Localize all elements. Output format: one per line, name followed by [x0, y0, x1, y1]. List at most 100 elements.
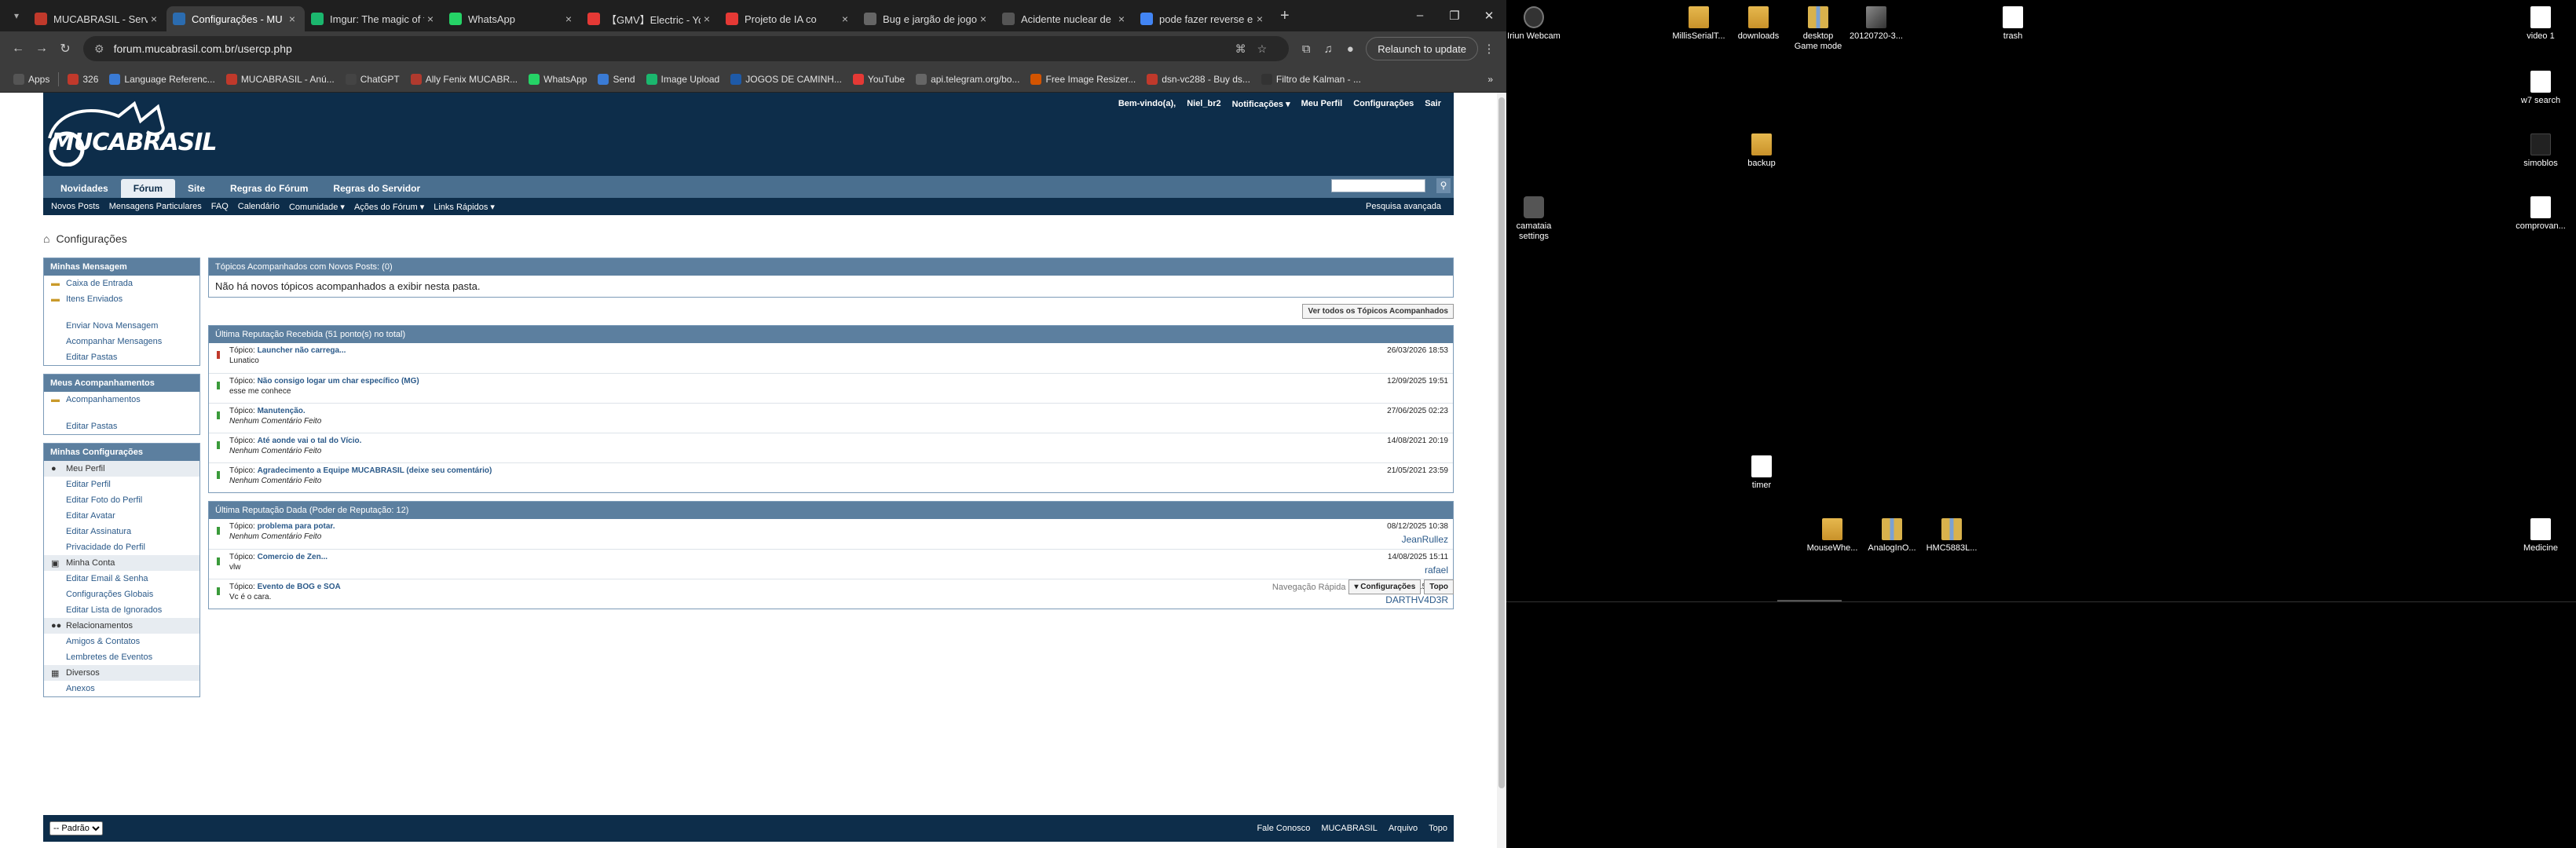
- desktop-icon[interactable]: 20120720-3...: [1849, 6, 1904, 42]
- sidebar-item-subs-edit-folders[interactable]: Editar Pastas: [44, 419, 199, 434]
- browser-tab[interactable]: Configurações - MU ×: [166, 6, 305, 31]
- topic-link[interactable]: Agradecimento a Equipe MUCABRASIL (deixe…: [258, 466, 492, 475]
- browser-tab[interactable]: Bug e jargão de jogo ×: [858, 6, 996, 31]
- subnav-link[interactable]: Comunidade ▾: [284, 202, 349, 212]
- style-select[interactable]: -- Padrão: [49, 821, 103, 835]
- forward-icon[interactable]: →: [30, 42, 53, 56]
- bookmark-item[interactable]: Free Image Resizer...: [1025, 73, 1141, 85]
- bookmark-item[interactable]: MUCABRASIL - Anú...: [221, 73, 340, 85]
- topic-link[interactable]: Evento de BOG e SOA: [258, 583, 341, 591]
- bookmark-item[interactable]: Ally Fenix MUCABR...: [405, 73, 523, 85]
- subnav-link[interactable]: Calendário: [233, 202, 284, 212]
- topic-link[interactable]: Não consigo logar um char específico (MG…: [258, 377, 419, 386]
- bookmark-item[interactable]: Language Referenc...: [104, 73, 220, 85]
- desktop-icon[interactable]: desktop Game mode: [1791, 6, 1846, 52]
- quicknav-select[interactable]: ▾ Configurações: [1348, 579, 1422, 594]
- bookmark-item[interactable]: ChatGPT: [340, 73, 405, 85]
- bookmark-item[interactable]: YouTube: [847, 73, 910, 85]
- top-link[interactable]: Notificações ▾: [1232, 99, 1290, 109]
- nav-tab[interactable]: Regras do Servidor: [320, 179, 433, 198]
- bookmark-item[interactable]: JOGOS DE CAMINH...: [725, 73, 847, 85]
- subnav-link[interactable]: Links Rápidos ▾: [429, 202, 499, 212]
- bookmarks-overflow-icon[interactable]: »: [1482, 74, 1498, 85]
- sidebar-item-edit-photo[interactable]: Editar Foto do Perfil: [44, 492, 199, 508]
- footer-link[interactable]: MUCABRASIL: [1321, 824, 1378, 833]
- sidebar-item-friends[interactable]: Amigos & Contatos: [44, 634, 199, 649]
- browser-tab[interactable]: Acidente nuclear de ×: [996, 6, 1134, 31]
- topic-link[interactable]: Launcher não carrega...: [258, 346, 346, 355]
- maximize-icon[interactable]: ❐: [1437, 9, 1472, 23]
- media-icon[interactable]: ♫: [1317, 42, 1339, 56]
- sidebar-item-subscriptions[interactable]: ▬ Acompanhamentos: [44, 392, 199, 408]
- bookmark-item[interactable]: Filtro de Kalman - ...: [1256, 73, 1367, 85]
- scrollbar-thumb[interactable]: [1498, 97, 1505, 788]
- minimize-icon[interactable]: –: [1403, 9, 1437, 23]
- browser-tab[interactable]: 【GMV】Electric - You ×: [581, 6, 719, 31]
- nav-tab[interactable]: Novidades: [48, 179, 121, 198]
- bookmark-item[interactable]: dsn-vc288 - Buy ds...: [1141, 73, 1256, 85]
- sidebar-item-sent[interactable]: ▬ Itens Enviados: [44, 291, 199, 307]
- bookmark-item[interactable]: Apps: [8, 73, 55, 85]
- browser-tab[interactable]: Projeto de IA co ×: [719, 6, 858, 31]
- tab-close-icon[interactable]: ×: [424, 13, 437, 25]
- browser-tab[interactable]: MUCABRASIL - Serv ×: [28, 6, 166, 31]
- sidebar-item-edit-folders[interactable]: Editar Pastas: [44, 349, 199, 365]
- desktop-icon[interactable]: comprovan...: [2513, 196, 2568, 232]
- bookmark-item[interactable]: Image Upload: [641, 73, 726, 85]
- translate-icon[interactable]: ⌘: [1235, 42, 1257, 55]
- browser-tab[interactable]: Imgur: The magic of t ×: [305, 6, 443, 31]
- sidebar-item-reminders[interactable]: Lembretes de Eventos: [44, 649, 199, 665]
- nav-tab[interactable]: Regras do Fórum: [218, 179, 320, 198]
- tab-close-icon[interactable]: ×: [977, 13, 990, 25]
- desktop-icon[interactable]: HMC5883L...: [1924, 518, 1979, 554]
- profile-avatar-icon[interactable]: ●: [1339, 42, 1361, 56]
- desktop-icon[interactable]: AnalogInO...: [1864, 518, 1919, 554]
- topic-link[interactable]: Comercio de Zen...: [258, 553, 327, 561]
- menu-icon[interactable]: ⋮: [1478, 42, 1500, 56]
- subnav-link[interactable]: Novos Posts: [46, 202, 104, 212]
- subnav-link[interactable]: Ações do Fórum ▾: [349, 202, 429, 212]
- search-input[interactable]: [1331, 179, 1425, 192]
- browser-tab[interactable]: pode fazer reverse e ×: [1134, 6, 1272, 31]
- top-button[interactable]: Topo: [1424, 579, 1454, 594]
- reputation-user-link[interactable]: JeanRullez: [1387, 534, 1448, 545]
- topic-link[interactable]: Manutenção.: [258, 407, 306, 415]
- subnav-link[interactable]: FAQ: [207, 202, 233, 212]
- search-icon[interactable]: ⚲: [1436, 178, 1451, 193]
- desktop-icon[interactable]: trash: [1985, 6, 2040, 42]
- reputation-user-link[interactable]: rafael: [1388, 565, 1448, 576]
- home-icon[interactable]: ⌂: [43, 232, 49, 245]
- close-icon[interactable]: ✕: [1472, 9, 1506, 23]
- footer-link[interactable]: Topo: [1429, 824, 1447, 833]
- extensions-icon[interactable]: ⧉: [1295, 42, 1317, 56]
- scrollbar[interactable]: [1497, 93, 1506, 848]
- sidebar-item-send-new[interactable]: Enviar Nova Mensagem: [44, 318, 199, 334]
- browser-tab[interactable]: WhatsApp ×: [443, 6, 581, 31]
- tab-close-icon[interactable]: ×: [148, 13, 160, 25]
- site-info-icon[interactable]: ⚙: [94, 42, 104, 56]
- top-link[interactable]: Niel_br2: [1187, 99, 1220, 109]
- tab-close-icon[interactable]: ×: [839, 13, 851, 25]
- tab-close-icon[interactable]: ×: [701, 13, 713, 25]
- desktop-icon[interactable]: w7 search: [2513, 71, 2568, 106]
- address-bar[interactable]: ⚙ forum.mucabrasil.com.br/usercp.php ⌘☆: [83, 36, 1290, 61]
- nav-tab[interactable]: Site: [175, 179, 218, 198]
- bookmark-item[interactable]: api.telegram.org/bo...: [910, 73, 1025, 85]
- desktop-icon[interactable]: camataia settings: [1506, 196, 1561, 242]
- top-link[interactable]: Sair: [1425, 99, 1441, 109]
- tab-close-icon[interactable]: ×: [1253, 13, 1266, 25]
- sidebar-item-global-settings[interactable]: Configurações Globais: [44, 587, 199, 602]
- reload-icon[interactable]: ↻: [53, 41, 77, 57]
- view-all-subscriptions-button[interactable]: Ver todos os Tópicos Acompanhados: [1302, 304, 1454, 319]
- desktop-icon[interactable]: video 1: [2513, 6, 2568, 42]
- subnav-link[interactable]: Mensagens Particulares: [104, 202, 207, 212]
- sidebar-item-inbox[interactable]: ▬ Caixa de Entrada: [44, 276, 199, 291]
- desktop-icon[interactable]: downloads: [1731, 6, 1786, 42]
- desktop-icon[interactable]: MillisSerialT...: [1671, 6, 1726, 42]
- tab-close-icon[interactable]: ×: [286, 13, 298, 25]
- desktop-icon[interactable]: backup: [1734, 133, 1789, 169]
- sidebar-item-edit-email[interactable]: Editar Email & Senha: [44, 571, 199, 587]
- desktop-icon[interactable]: Medicine: [2513, 518, 2568, 554]
- tab-close-icon[interactable]: ×: [562, 13, 575, 25]
- sidebar-item-track[interactable]: Acompanhar Mensagens: [44, 334, 199, 349]
